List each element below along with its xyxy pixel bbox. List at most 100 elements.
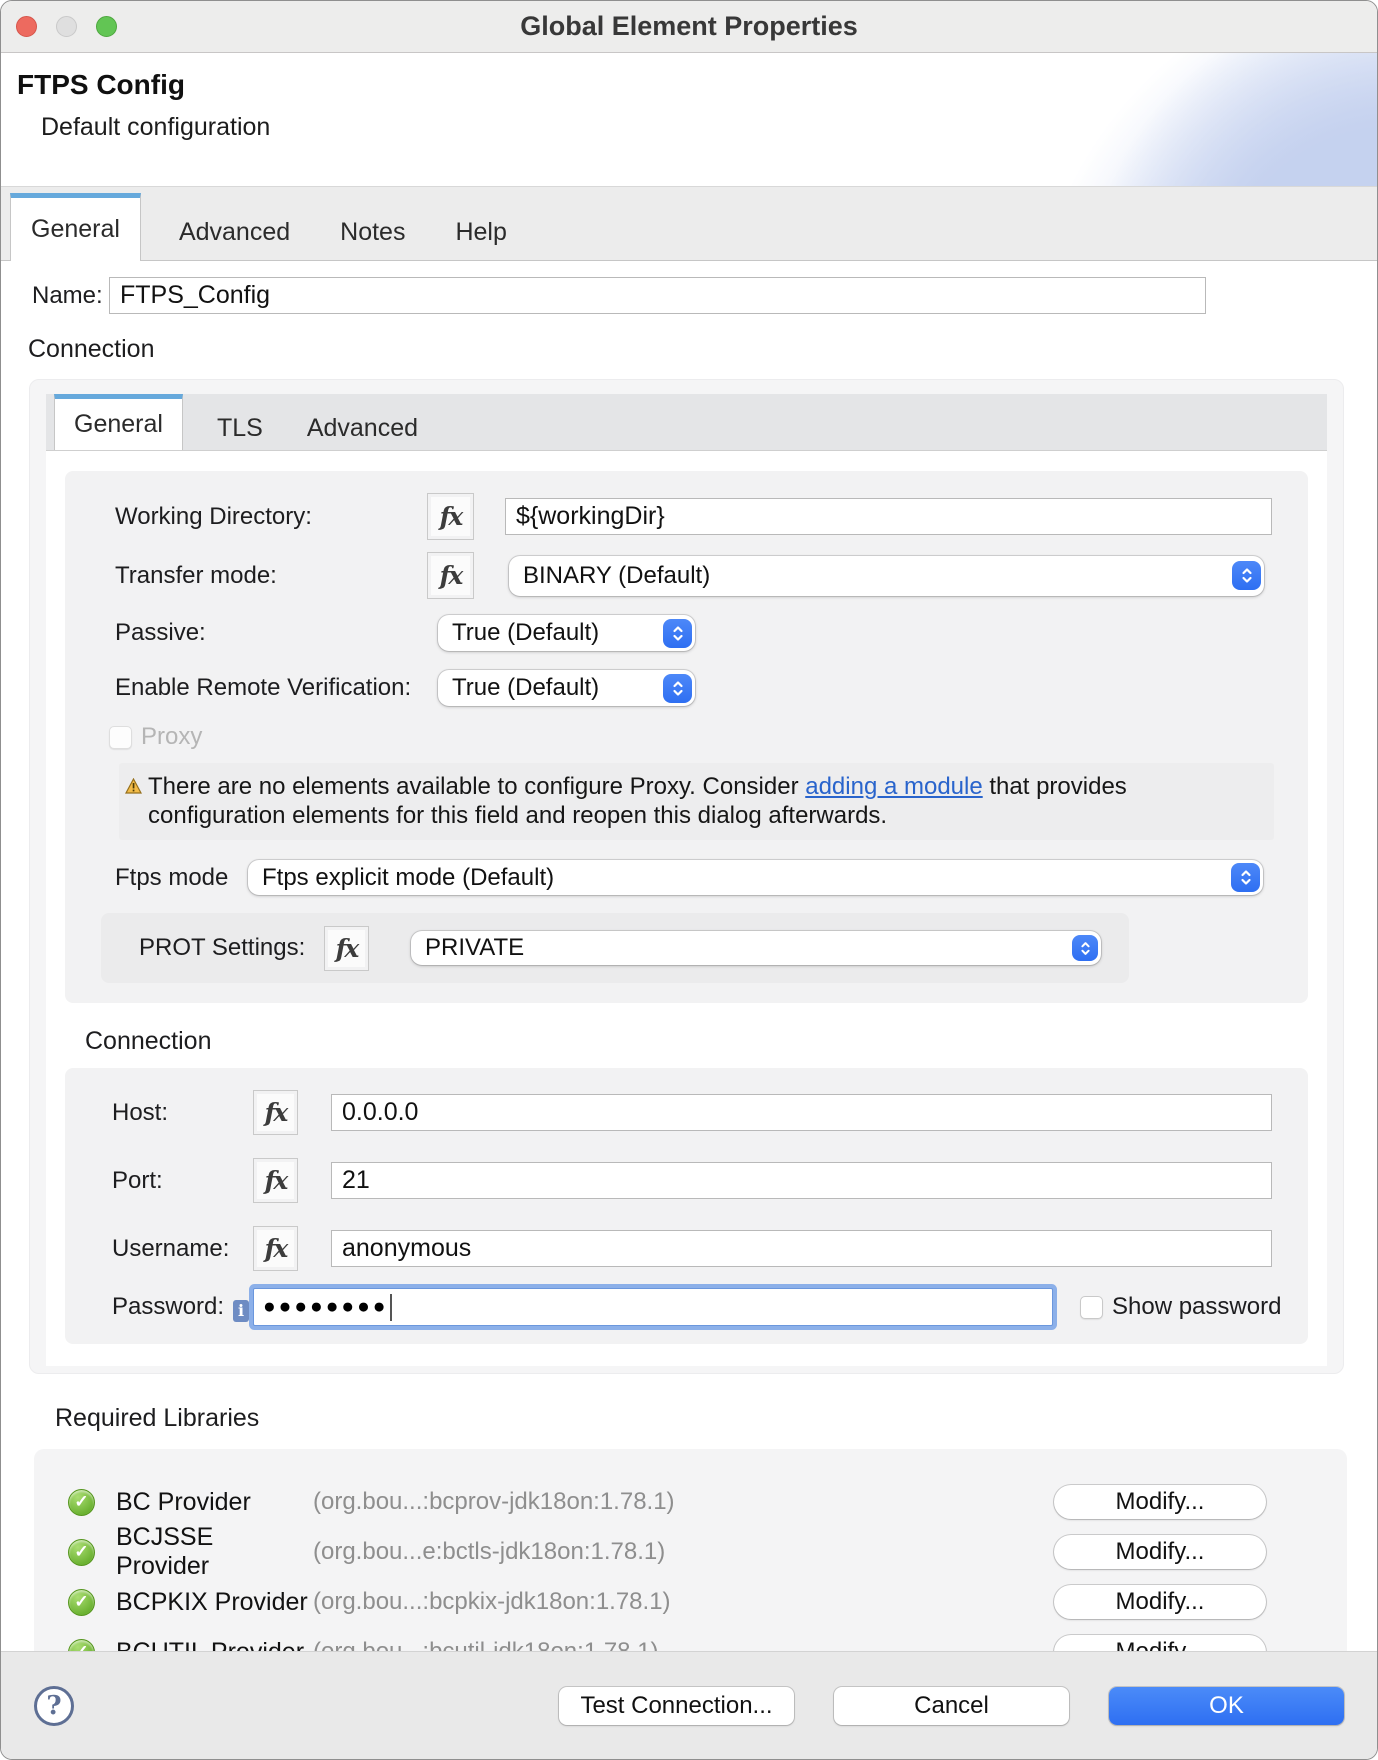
name-input[interactable] <box>109 277 1206 314</box>
conn-tab-tls[interactable]: TLS <box>207 406 273 450</box>
proxy-label: Proxy <box>141 723 202 751</box>
info-icon: i <box>233 1300 249 1322</box>
enable-remote-verification-label: Enable Remote Verification: <box>115 674 438 702</box>
warning-text-after: that provides <box>983 773 1127 800</box>
ok-button[interactable]: OK <box>1109 1687 1344 1725</box>
titlebar: Global Element Properties <box>1 1 1377 53</box>
show-password-checkbox[interactable] <box>1080 1296 1103 1319</box>
connection-tab-content: Working Directory: fx Transfer mode: fx … <box>46 451 1327 1366</box>
ok-label: OK <box>1209 1692 1244 1720</box>
host-fx-button[interactable]: fx <box>253 1090 298 1135</box>
username-fx-button[interactable]: fx <box>253 1226 298 1271</box>
library-detail: (org.bou...:bcprov-jdk18on:1.78.1) <box>313 1488 1054 1516</box>
working-directory-label: Working Directory: <box>115 503 427 531</box>
tab-advanced[interactable]: Advanced <box>167 204 302 260</box>
prot-settings-fx-button[interactable]: fx <box>324 926 369 971</box>
test-connection-button[interactable]: Test Connection... <box>559 1687 794 1725</box>
conn-tab-tls-label: TLS <box>217 414 263 443</box>
port-label: Port: <box>112 1167 253 1195</box>
prot-settings-label: PROT Settings: <box>139 934 324 962</box>
conn-tab-general-label: General <box>74 410 163 439</box>
stepper-icon <box>1232 561 1261 590</box>
prot-settings-value: PRIVATE <box>425 934 1072 962</box>
port-fx-button[interactable]: fx <box>253 1158 298 1203</box>
conn-tab-advanced[interactable]: Advanced <box>297 406 428 450</box>
connection-groupbox: General TLS Advanced Working Directory: … <box>29 379 1344 1374</box>
passive-value: True (Default) <box>452 619 663 647</box>
port-input[interactable] <box>331 1162 1272 1199</box>
inner-connection-label: Connection <box>85 1027 1308 1056</box>
password-input[interactable]: ●●●●●●●● <box>253 1288 1053 1326</box>
name-label: Name: <box>32 282 109 310</box>
fx-icon: fx <box>265 1098 287 1127</box>
tab-help[interactable]: Help <box>443 204 518 260</box>
tab-notes[interactable]: Notes <box>328 204 417 260</box>
ftps-mode-label: Ftps mode <box>115 864 248 892</box>
connection-details-panel: Host: fx Port: fx Username: fx Password:… <box>65 1068 1308 1344</box>
stepper-icon <box>663 619 692 648</box>
enable-remote-verification-select[interactable]: True (Default) <box>438 670 695 706</box>
library-name: BCJSSE Provider <box>116 1523 313 1581</box>
check-circle-icon: ✓ <box>68 1589 95 1616</box>
fx-icon: fx <box>265 1234 287 1263</box>
dialog-banner: FTPS Config Default configuration <box>1 53 1377 186</box>
stepper-icon <box>663 674 692 703</box>
connection-tabstrip: General TLS Advanced <box>46 394 1327 451</box>
username-label: Username: <box>112 1235 253 1263</box>
fx-icon: fx <box>440 561 462 590</box>
banner-decoration <box>997 53 1377 186</box>
username-input[interactable] <box>331 1230 1272 1267</box>
tab-general-label: General <box>31 215 120 244</box>
tab-help-label: Help <box>455 218 506 247</box>
required-libraries-title: Required Libraries <box>55 1404 1377 1433</box>
dialog-button-bar: ? Test Connection... Cancel OK <box>1 1651 1377 1759</box>
fx-icon: fx <box>265 1166 287 1195</box>
enable-remote-verification-value: True (Default) <box>452 674 663 702</box>
stepper-icon <box>1231 863 1260 892</box>
proxy-checkbox <box>109 726 132 749</box>
transfer-mode-fx-button[interactable]: fx <box>427 552 474 599</box>
transfer-mode-select[interactable]: BINARY (Default) <box>509 556 1264 596</box>
banner-subtitle: Default configuration <box>41 113 270 142</box>
check-circle-icon: ✓ <box>68 1539 95 1566</box>
library-detail: (org.bou...:bcpkix-jdk18on:1.78.1) <box>313 1588 1054 1616</box>
ftps-mode-value: Ftps explicit mode (Default) <box>262 864 1231 892</box>
library-detail: (org.bou...e:bctls-jdk18on:1.78.1) <box>313 1538 1054 1566</box>
prot-settings-select[interactable]: PRIVATE <box>411 931 1101 965</box>
transfer-mode-value: BINARY (Default) <box>523 562 1232 590</box>
dialog-window: Global Element Properties FTPS Config De… <box>0 0 1378 1760</box>
modify-bcjsse-provider-button[interactable]: Modify... <box>1054 1535 1266 1569</box>
modify-button-label: Modify... <box>1116 1588 1205 1616</box>
banner-title: FTPS Config <box>17 69 185 101</box>
modify-bcpkix-provider-button[interactable]: Modify... <box>1054 1585 1266 1619</box>
password-masked-value: ●●●●●●●● <box>263 1295 388 1319</box>
warning-icon <box>125 778 142 830</box>
library-row: ✓ BCJSSE Provider (org.bou...e:bctls-jdk… <box>34 1527 1347 1577</box>
host-input[interactable] <box>331 1094 1272 1131</box>
modify-bc-provider-button[interactable]: Modify... <box>1054 1485 1266 1519</box>
library-row: ✓ BC Provider (org.bou...:bcprov-jdk18on… <box>34 1477 1347 1527</box>
adding-a-module-link[interactable]: adding a module <box>805 773 982 800</box>
password-label: Password: <box>112 1293 231 1321</box>
working-directory-input[interactable] <box>505 498 1272 535</box>
fx-icon: fx <box>440 502 462 531</box>
cancel-button[interactable]: Cancel <box>834 1687 1069 1725</box>
transfer-mode-label: Transfer mode: <box>115 562 427 590</box>
fx-icon: fx <box>336 934 358 963</box>
help-button[interactable]: ? <box>34 1686 74 1726</box>
test-connection-label: Test Connection... <box>580 1692 772 1720</box>
working-directory-fx-button[interactable]: fx <box>427 493 474 540</box>
conn-tab-general[interactable]: General <box>54 394 183 450</box>
main-tabstrip: General Advanced Notes Help <box>1 186 1377 261</box>
library-row: ✓ BCPKIX Provider (org.bou...:bcpkix-jdk… <box>34 1577 1347 1627</box>
ftps-mode-select[interactable]: Ftps explicit mode (Default) <box>248 860 1263 895</box>
modify-button-label: Modify... <box>1116 1538 1205 1566</box>
conn-tab-advanced-label: Advanced <box>307 414 418 443</box>
window-title: Global Element Properties <box>1 11 1377 42</box>
host-label: Host: <box>112 1099 253 1127</box>
tab-general[interactable]: General <box>10 193 141 261</box>
passive-label: Passive: <box>115 619 438 647</box>
tab-advanced-label: Advanced <box>179 218 290 247</box>
passive-select[interactable]: True (Default) <box>438 615 695 651</box>
library-name: BCPKIX Provider <box>116 1588 313 1617</box>
